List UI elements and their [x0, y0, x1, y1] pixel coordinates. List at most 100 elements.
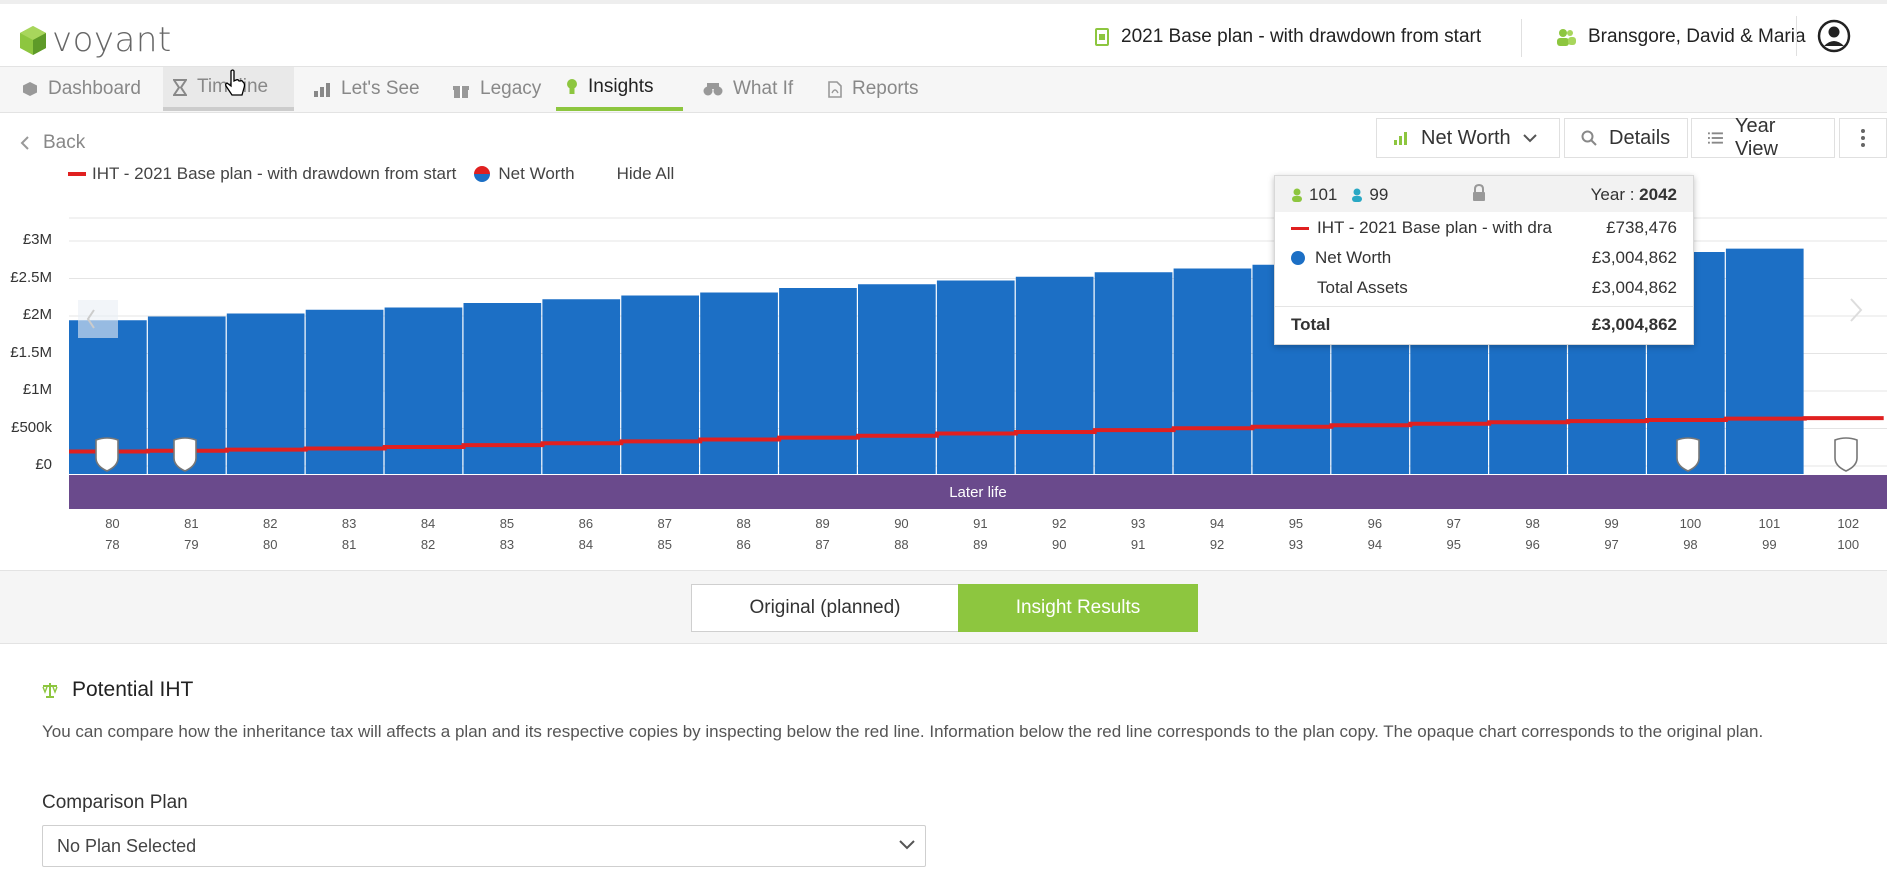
tab-insights[interactable]: Insights: [556, 67, 683, 111]
net-worth-bar[interactable]: [384, 307, 463, 475]
client-selector[interactable]: Bransgore, David & Maria: [1556, 26, 1806, 48]
tab-dashboard[interactable]: Dashboard: [12, 67, 151, 111]
potential-iht-title: Potential IHT: [72, 678, 194, 701]
age-label-person2: 83: [499, 537, 515, 552]
iht-swatch: [1291, 226, 1309, 230]
chart-prev-arrow-icon[interactable]: [78, 300, 118, 338]
signal-bars-icon: [1394, 132, 1407, 145]
metric-dropdown[interactable]: Net Worth: [1376, 118, 1560, 158]
age-label-person1: 81: [184, 516, 199, 531]
header-divider: [1521, 19, 1522, 57]
net-worth-bar[interactable]: [700, 292, 778, 475]
age-label-person1: 89: [815, 516, 830, 531]
age-label-person2: 82: [420, 537, 436, 552]
net-worth-bar[interactable]: [858, 284, 936, 474]
net-worth-bar[interactable]: [542, 299, 621, 474]
pdf-icon: [828, 80, 842, 98]
age-label-person2: 92: [1209, 537, 1225, 552]
marker-shield-icon[interactable]: [172, 436, 198, 472]
voyant-logo[interactable]: voyant: [18, 20, 172, 60]
plan-name: 2021 Base plan - with drawdown from star…: [1121, 26, 1482, 47]
marker-shield-icon[interactable]: [94, 436, 120, 472]
age-label-person2: 91: [1130, 537, 1146, 552]
networth-swatch: [1291, 251, 1305, 265]
chart-next-arrow-icon[interactable]: [1848, 296, 1864, 324]
tab-label: What If: [733, 78, 794, 99]
tooltip-total-label: Total: [1291, 315, 1331, 334]
net-worth-bar[interactable]: [936, 280, 1015, 475]
age-label-person1: 99: [1604, 516, 1619, 531]
tab-label: Legacy: [480, 78, 542, 99]
back-label: Back: [43, 132, 86, 153]
person1-age: 101: [1309, 185, 1338, 204]
age-row-person2: 78 79 80 81 82 83 84 85 86 87 88 89 90 91 92 93 94 95 96 97…: [0, 537, 1887, 555]
top-bar: voyant 2021 Base plan - with drawdown fr…: [0, 0, 1887, 67]
marker-shield-icon[interactable]: [1675, 436, 1701, 472]
age-label-person1: 92: [1052, 516, 1067, 531]
age-label-person1: 86: [578, 516, 594, 531]
tooltip-row-total-assets: Total Assets £3,004,862: [1291, 278, 1677, 298]
tab-lets-see[interactable]: Let's See: [303, 67, 430, 111]
person2-age: 99: [1369, 185, 1389, 204]
chevron-down-icon: [899, 840, 915, 850]
details-button[interactable]: Details: [1564, 118, 1688, 158]
gift-icon: [453, 85, 469, 98]
tooltip-divider: [1275, 306, 1693, 307]
scales-icon: [42, 683, 58, 698]
net-worth-bar[interactable]: [1173, 268, 1252, 475]
hand-cursor-icon: [225, 69, 246, 96]
cube-icon: [23, 82, 37, 96]
age-label-person2: 96: [1525, 537, 1540, 552]
year-view-button[interactable]: Year View: [1691, 115, 1835, 160]
chevron-left-icon: [20, 136, 29, 150]
plan-selector[interactable]: 2021 Base plan - with drawdown from star…: [1095, 26, 1481, 48]
age-label-person1: 93: [1130, 516, 1146, 531]
main-nav: Dashboard Timeline Let's See Legacy Insi…: [0, 67, 1887, 113]
person-blue-icon: [1352, 188, 1363, 202]
net-worth-bar[interactable]: [621, 295, 699, 475]
age-label-person1: 100: [1679, 516, 1702, 531]
tab-label: Reports: [852, 78, 919, 99]
age-label-person1: 80: [105, 516, 120, 531]
kebab-menu-icon: [1861, 129, 1865, 147]
original-planned-button[interactable]: Original (planned): [691, 584, 959, 632]
age-label-person2: 79: [184, 537, 199, 552]
age-label-person1: 94: [1209, 516, 1225, 531]
net-worth-bar[interactable]: [779, 288, 857, 474]
logo-cube-icon: [20, 26, 46, 55]
tab-reports[interactable]: Reports: [818, 67, 929, 111]
net-worth-bar[interactable]: [463, 303, 542, 474]
lightbulb-icon: [567, 79, 577, 94]
more-options-button[interactable]: [1839, 118, 1887, 158]
net-worth-bar[interactable]: [1094, 272, 1173, 474]
age-label-person1: 101: [1758, 516, 1781, 531]
net-worth-bar[interactable]: [1015, 276, 1094, 474]
tab-legacy[interactable]: Legacy: [442, 67, 551, 111]
iht-legend-swatch: [68, 172, 86, 176]
tab-label: Let's See: [341, 78, 420, 99]
back-link[interactable]: Back: [20, 132, 85, 154]
year-view-label: Year View: [1734, 115, 1778, 160]
life-stage-bar[interactable]: Later life: [69, 475, 1887, 509]
client-name: Bransgore, David & Maria: [1588, 26, 1806, 47]
tooltip-value: £738,476: [1606, 218, 1677, 237]
age-label-person1: 83: [341, 516, 357, 531]
insight-results-button[interactable]: Insight Results: [958, 584, 1198, 632]
net-worth-bar[interactable]: [1725, 248, 1804, 474]
comparison-plan-select[interactable]: No Plan Selected: [42, 825, 926, 867]
age-label-person1: 102: [1837, 516, 1860, 531]
marker-shield-icon[interactable]: [1833, 436, 1859, 472]
hourglass-icon: [173, 78, 187, 96]
potential-iht-heading: Potential IHT: [42, 678, 193, 702]
tooltip-label: IHT - 2021 Base plan - with dra: [1317, 218, 1552, 237]
tab-what-if[interactable]: What If: [693, 67, 803, 111]
user-menu[interactable]: [1796, 16, 1851, 56]
tooltip-row-iht: IHT - 2021 Base plan - with dra £738,476: [1291, 218, 1677, 238]
plan-document-icon: [1095, 28, 1109, 46]
age-label-person2: 84: [578, 537, 594, 552]
tooltip-value: £3,004,862: [1591, 278, 1677, 297]
magnifier-icon: [1581, 130, 1597, 146]
tooltip-row-networth: Net Worth £3,004,862: [1291, 248, 1677, 268]
age-label-person1: 85: [499, 516, 515, 531]
age-label-person2: 90: [1052, 537, 1067, 552]
